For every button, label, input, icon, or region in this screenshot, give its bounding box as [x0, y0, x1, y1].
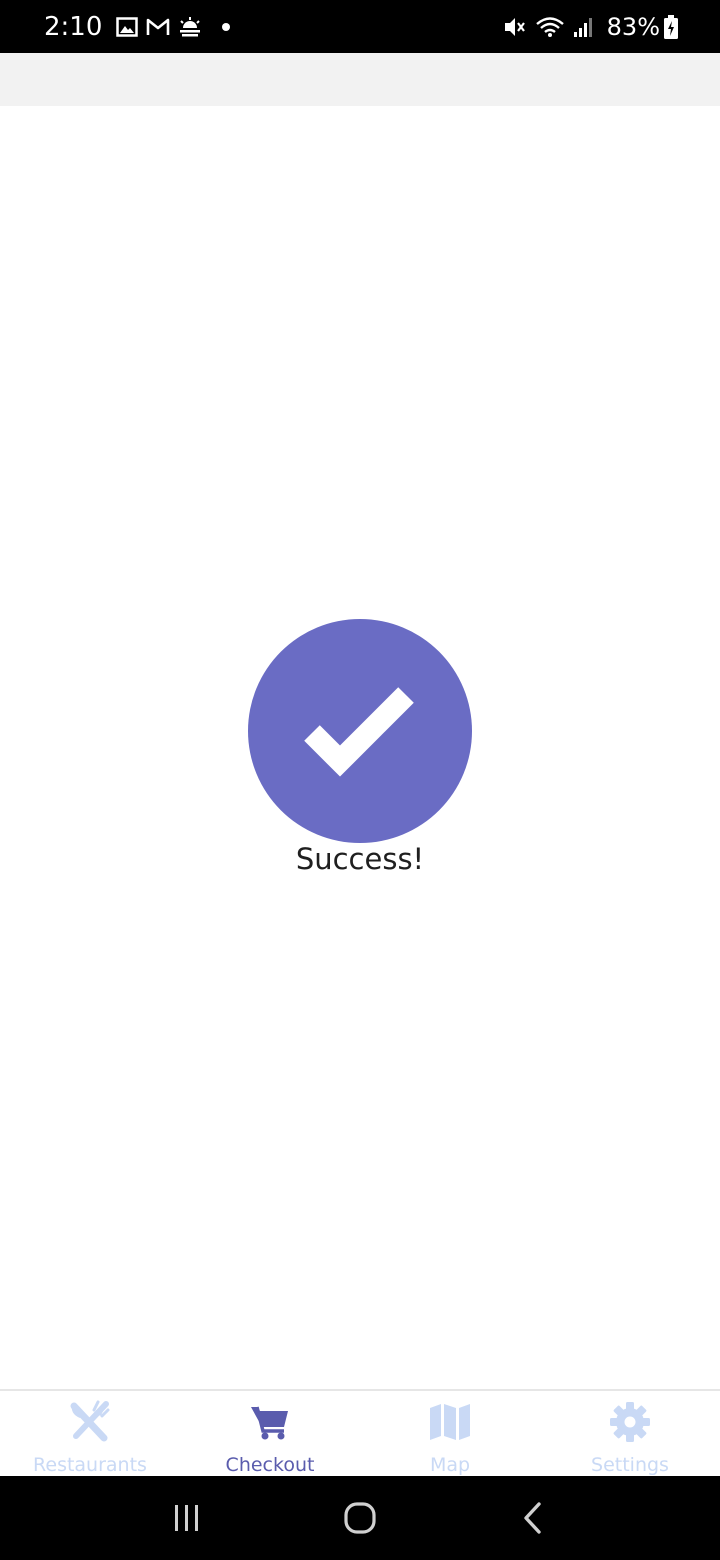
tab-restaurants-label: Restaurants [33, 1454, 147, 1476]
gear-icon [607, 1399, 653, 1444]
back-icon [524, 1502, 542, 1534]
map-icon [427, 1399, 473, 1444]
recents-icon [174, 1505, 198, 1531]
tab-settings[interactable]: Settings [540, 1391, 720, 1476]
gmail-icon [146, 17, 170, 37]
system-nav-bar [0, 1476, 720, 1560]
status-bar: 2:10 83% [0, 0, 720, 53]
mute-icon [503, 16, 527, 38]
status-left: 2:10 [44, 11, 231, 42]
status-time: 2:10 [44, 11, 103, 42]
image-icon [116, 16, 139, 37]
wifi-icon [535, 16, 565, 38]
success-badge [248, 619, 472, 843]
tab-checkout-label: Checkout [225, 1454, 315, 1476]
success-message: Success! [295, 842, 425, 876]
tab-checkout[interactable]: Checkout [180, 1391, 360, 1476]
tab-map-label: Map [429, 1454, 471, 1476]
battery-icon [664, 14, 678, 39]
tab-map[interactable]: Map [360, 1391, 540, 1476]
signal-icon [573, 16, 593, 38]
checkmark-icon [304, 687, 414, 777]
cart-icon [247, 1399, 293, 1444]
back-button[interactable] [503, 1488, 563, 1548]
main-content: Success! [0, 106, 720, 1390]
app-header [0, 53, 720, 106]
notification-dot [222, 22, 231, 31]
home-button[interactable] [330, 1488, 390, 1548]
home-icon [344, 1502, 376, 1534]
recents-button[interactable] [157, 1488, 217, 1548]
status-right: 83% [503, 13, 678, 41]
utensils-icon [67, 1399, 113, 1444]
tab-settings-label: Settings [591, 1454, 669, 1476]
bottom-tab-bar: Restaurants Checkout Map Settings [0, 1389, 720, 1476]
tab-restaurants[interactable]: Restaurants [0, 1391, 180, 1476]
battery-percent: 83% [606, 12, 660, 41]
weather-icon [178, 16, 202, 37]
